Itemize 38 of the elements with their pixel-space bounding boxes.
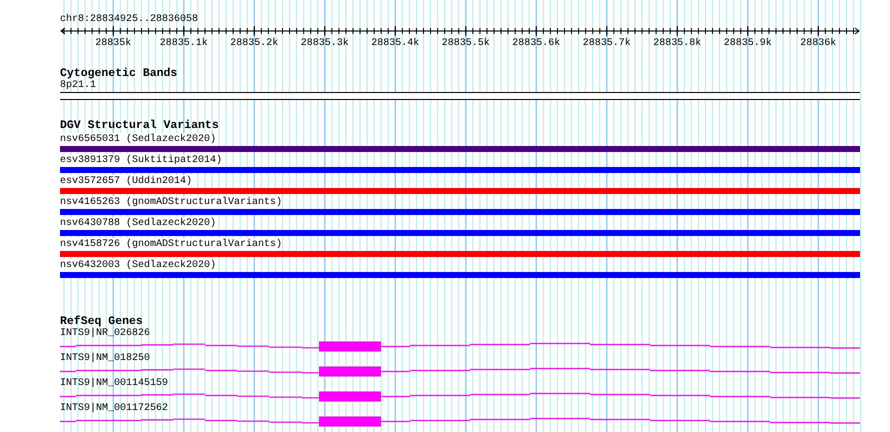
tick-label: 28836k xyxy=(800,38,836,48)
tick-label: 28835.2k xyxy=(230,38,278,48)
gene-label: INTS9|NM_001145159 xyxy=(60,378,168,390)
gene-model-drawing[interactable] xyxy=(60,392,860,402)
tick-label: 28835.6k xyxy=(512,38,560,48)
gene-label: INTS9|NM_018250 xyxy=(60,353,150,365)
variant-label: nsv6432003 (Sedlazeck2020) xyxy=(60,259,216,272)
variant-bar[interactable] xyxy=(60,146,860,152)
gene-label: INTS9|NR_026826 xyxy=(60,328,150,340)
track-title: RefSeq Genes xyxy=(60,316,143,328)
gene-model-drawing[interactable] xyxy=(60,342,860,352)
variant-label: esv3572657 (Uddin2014) xyxy=(60,175,192,188)
tick-label: 28835.4k xyxy=(371,38,420,48)
track-title: Cytogenetic Bands xyxy=(60,68,178,80)
variant-label: esv3891379 (Suktitipat2014) xyxy=(60,154,222,167)
gene-model-drawing[interactable] xyxy=(60,416,860,426)
tick-label: 28835.9k xyxy=(724,38,772,48)
tick-label: 28835k xyxy=(95,38,132,48)
gene-label: INTS9|NM_001172562 xyxy=(60,403,168,415)
variant-bar[interactable] xyxy=(60,230,860,236)
variant-bar[interactable] xyxy=(60,167,860,173)
variant-bar[interactable] xyxy=(60,251,860,257)
variant-label: nsv4158726 (gnomADStructuralVariants) xyxy=(60,238,282,251)
variant-label: nsv6430788 (Sedlazeck2020) xyxy=(60,217,216,230)
band-label: 8p21.1 xyxy=(60,80,96,92)
variant-label: nsv4165263 (gnomADStructuralVariants) xyxy=(60,196,282,209)
tick-label: 28835.1k xyxy=(160,38,208,48)
gene-model-drawing[interactable] xyxy=(60,366,860,376)
variant-bar[interactable] xyxy=(60,272,860,278)
location-label: chr8:28834925..28836058 xyxy=(60,14,200,26)
variant-label: nsv6565031 (Sedlazeck2020) xyxy=(60,133,216,146)
tick-label: 28835.5k xyxy=(442,38,490,48)
tick-label: 28835.7k xyxy=(582,38,631,48)
tick-label: 28835.8k xyxy=(653,38,702,48)
variant-bar[interactable] xyxy=(60,209,860,215)
track-title: DGV Structural Variants xyxy=(60,120,220,132)
tick-label: 28835.3k xyxy=(300,38,349,48)
variant-bar[interactable] xyxy=(60,188,860,194)
